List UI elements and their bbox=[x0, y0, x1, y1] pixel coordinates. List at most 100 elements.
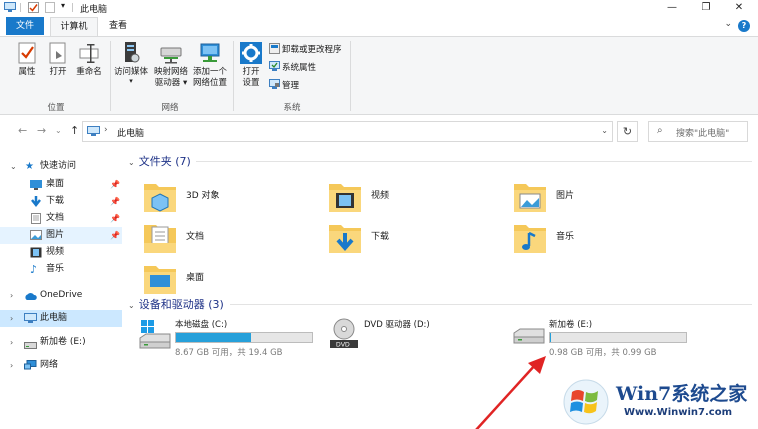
network-drive-icon bbox=[159, 41, 183, 65]
group-label-system: 系统 bbox=[283, 103, 301, 113]
collapse-chevron-icon[interactable]: ⌄ bbox=[128, 158, 135, 167]
system-drive-icon bbox=[138, 320, 172, 353]
watermark: Win7系统之家 Www.Winwin7.com bbox=[560, 376, 758, 429]
properties-quick-icon[interactable] bbox=[28, 2, 39, 16]
nav-quick-access[interactable]: ⌄ ★ 快速访问 bbox=[0, 158, 122, 175]
recent-locations-button[interactable]: ⌄ bbox=[55, 126, 62, 135]
star-icon: ★ bbox=[25, 161, 34, 172]
properties-label: 属性 bbox=[18, 67, 36, 77]
nav-item-label: 下载 bbox=[46, 196, 65, 206]
expand-chevron-icon[interactable]: › bbox=[10, 357, 13, 374]
nav-item-documents[interactable]: 文档 📌 bbox=[0, 210, 122, 227]
group-divider bbox=[110, 41, 111, 111]
close-button[interactable]: ✕ bbox=[722, 0, 756, 15]
folder-pictures[interactable]: 图片 bbox=[512, 176, 662, 216]
folder-label: 文档 bbox=[186, 232, 205, 242]
nav-item-desktop[interactable]: 桌面 📌 bbox=[0, 176, 122, 193]
forward-button[interactable]: → bbox=[37, 124, 46, 137]
help-button[interactable]: ? bbox=[738, 20, 750, 32]
folder-label: 音乐 bbox=[556, 232, 575, 242]
this-pc-icon bbox=[24, 313, 37, 324]
expand-chevron-icon[interactable]: › bbox=[10, 287, 13, 304]
nav-item-label: 桌面 bbox=[46, 179, 65, 189]
watermark-title: Win7系统之家 bbox=[616, 383, 748, 405]
pin-icon[interactable]: 📌 bbox=[110, 193, 120, 210]
rename-button[interactable]: 重命名 bbox=[74, 41, 104, 78]
this-pc-icon bbox=[4, 2, 16, 16]
collapse-chevron-icon[interactable]: ⌄ bbox=[10, 158, 17, 175]
folder-desktop[interactable]: 桌面 bbox=[142, 258, 292, 298]
open-settings-button[interactable]: 打开 设置 bbox=[236, 41, 266, 89]
section-divider bbox=[230, 304, 752, 305]
nav-this-pc[interactable]: › 此电脑 bbox=[0, 310, 122, 327]
nav-new-volume-e[interactable]: › 新加卷 (E:) bbox=[0, 334, 122, 351]
map-network-drive-button[interactable]: 映射网络 驱动器 ▾ bbox=[152, 41, 190, 89]
refresh-button[interactable]: ↻ bbox=[617, 121, 638, 142]
search-input[interactable]: ⌕ 搜索"此电脑" bbox=[648, 121, 748, 142]
nav-item-downloads[interactable]: 下载 📌 bbox=[0, 193, 122, 210]
pin-icon[interactable]: 📌 bbox=[110, 210, 120, 227]
nav-network-label: 网络 bbox=[40, 360, 59, 370]
open-button[interactable]: 打开 bbox=[44, 41, 72, 78]
system-properties-button[interactable]: 系统属性 bbox=[269, 61, 316, 74]
folder-3d-objects[interactable]: 3D 对象 bbox=[142, 176, 292, 216]
folder-documents[interactable]: 文档 bbox=[142, 217, 292, 257]
network-location-icon bbox=[198, 41, 222, 65]
folder-music[interactable]: 音乐 bbox=[512, 217, 662, 257]
nav-onedrive[interactable]: › OneDrive bbox=[0, 287, 122, 304]
folder-downloads[interactable]: 下载 bbox=[327, 217, 477, 257]
expand-chevron-icon[interactable]: › bbox=[10, 310, 13, 327]
documents-folder-icon bbox=[142, 217, 178, 257]
manage-button[interactable]: 管理 bbox=[269, 79, 299, 92]
nav-item-videos[interactable]: 视频 bbox=[0, 244, 122, 261]
system-properties-icon bbox=[269, 61, 280, 72]
address-dropdown-icon[interactable]: ⌄ bbox=[601, 126, 608, 135]
add-network-location-button[interactable]: 添加一个 网络位置 bbox=[190, 41, 230, 89]
devices-section-header[interactable]: ⌄ 设备和驱动器 (3) bbox=[128, 296, 224, 312]
breadcrumb-chevron-icon[interactable]: › bbox=[104, 125, 108, 135]
drive-c[interactable]: 本地磁盘 (C:) 8.67 GB 可用，共 19.4 GB bbox=[138, 318, 328, 358]
expand-chevron-icon[interactable]: › bbox=[10, 334, 13, 351]
nav-onedrive-label: OneDrive bbox=[40, 290, 83, 300]
drive-e[interactable]: 新加卷 (E:) 0.98 GB 可用，共 0.99 GB bbox=[512, 318, 702, 358]
drive-icon bbox=[512, 326, 546, 349]
up-button[interactable]: ↑ bbox=[70, 124, 79, 137]
pin-icon[interactable]: 📌 bbox=[110, 176, 120, 193]
this-pc-icon bbox=[87, 126, 100, 140]
drive-free-space: 0.98 GB 可用，共 0.99 GB bbox=[549, 348, 657, 358]
breadcrumb-this-pc[interactable]: 此电脑 bbox=[117, 126, 144, 139]
nav-network[interactable]: › 网络 bbox=[0, 357, 122, 374]
divider bbox=[72, 3, 73, 12]
nav-item-pictures[interactable]: 图片 📌 bbox=[0, 227, 122, 244]
minimize-button[interactable]: — bbox=[655, 0, 689, 15]
tab-file[interactable]: 文件 bbox=[6, 17, 44, 35]
nav-item-music[interactable]: ♪ 音乐 bbox=[0, 261, 122, 278]
collapse-chevron-icon[interactable]: ⌄ bbox=[128, 301, 135, 310]
ribbon-tabs: 文件 计算机 查看 ⌄ ? bbox=[0, 16, 758, 36]
new-folder-quick-icon[interactable] bbox=[45, 2, 55, 16]
back-button[interactable]: ← bbox=[18, 124, 27, 137]
uninstall-program-button[interactable]: 卸载或更改程序 bbox=[269, 43, 342, 56]
customize-toolbar-icon[interactable]: ▾ bbox=[61, 1, 65, 10]
windows-logo-icon bbox=[563, 379, 609, 425]
svg-text:DVD: DVD bbox=[336, 342, 350, 349]
properties-button[interactable]: 属性 bbox=[12, 41, 42, 78]
ribbon-collapse-icon[interactable]: ⌄ bbox=[724, 19, 732, 29]
folder-videos[interactable]: 视频 bbox=[327, 176, 477, 216]
drive-dvd-d[interactable]: DVD DVD 驱动器 (D:) bbox=[327, 318, 517, 358]
maximize-button[interactable]: ❐ bbox=[689, 0, 723, 15]
address-bar[interactable]: › 此电脑 ⌄ bbox=[82, 121, 613, 142]
folders-section-header[interactable]: ⌄ 文件夹 (7) bbox=[128, 153, 191, 169]
tab-view[interactable]: 查看 bbox=[104, 17, 132, 35]
pin-icon[interactable]: 📌 bbox=[110, 227, 120, 244]
music-folder-icon bbox=[512, 217, 548, 257]
title-bar: ▾ 此电脑 — ❐ ✕ bbox=[0, 0, 758, 15]
tab-computer[interactable]: 计算机 bbox=[50, 17, 98, 36]
group-divider bbox=[350, 41, 351, 111]
rename-label: 重命名 bbox=[76, 67, 102, 77]
pictures-folder-icon bbox=[512, 176, 548, 216]
access-media-button[interactable]: 访问媒体 ▾ bbox=[112, 41, 150, 85]
document-icon bbox=[30, 213, 42, 224]
drive-usage-bar bbox=[549, 332, 687, 343]
group-label-network: 网络 bbox=[161, 103, 179, 113]
